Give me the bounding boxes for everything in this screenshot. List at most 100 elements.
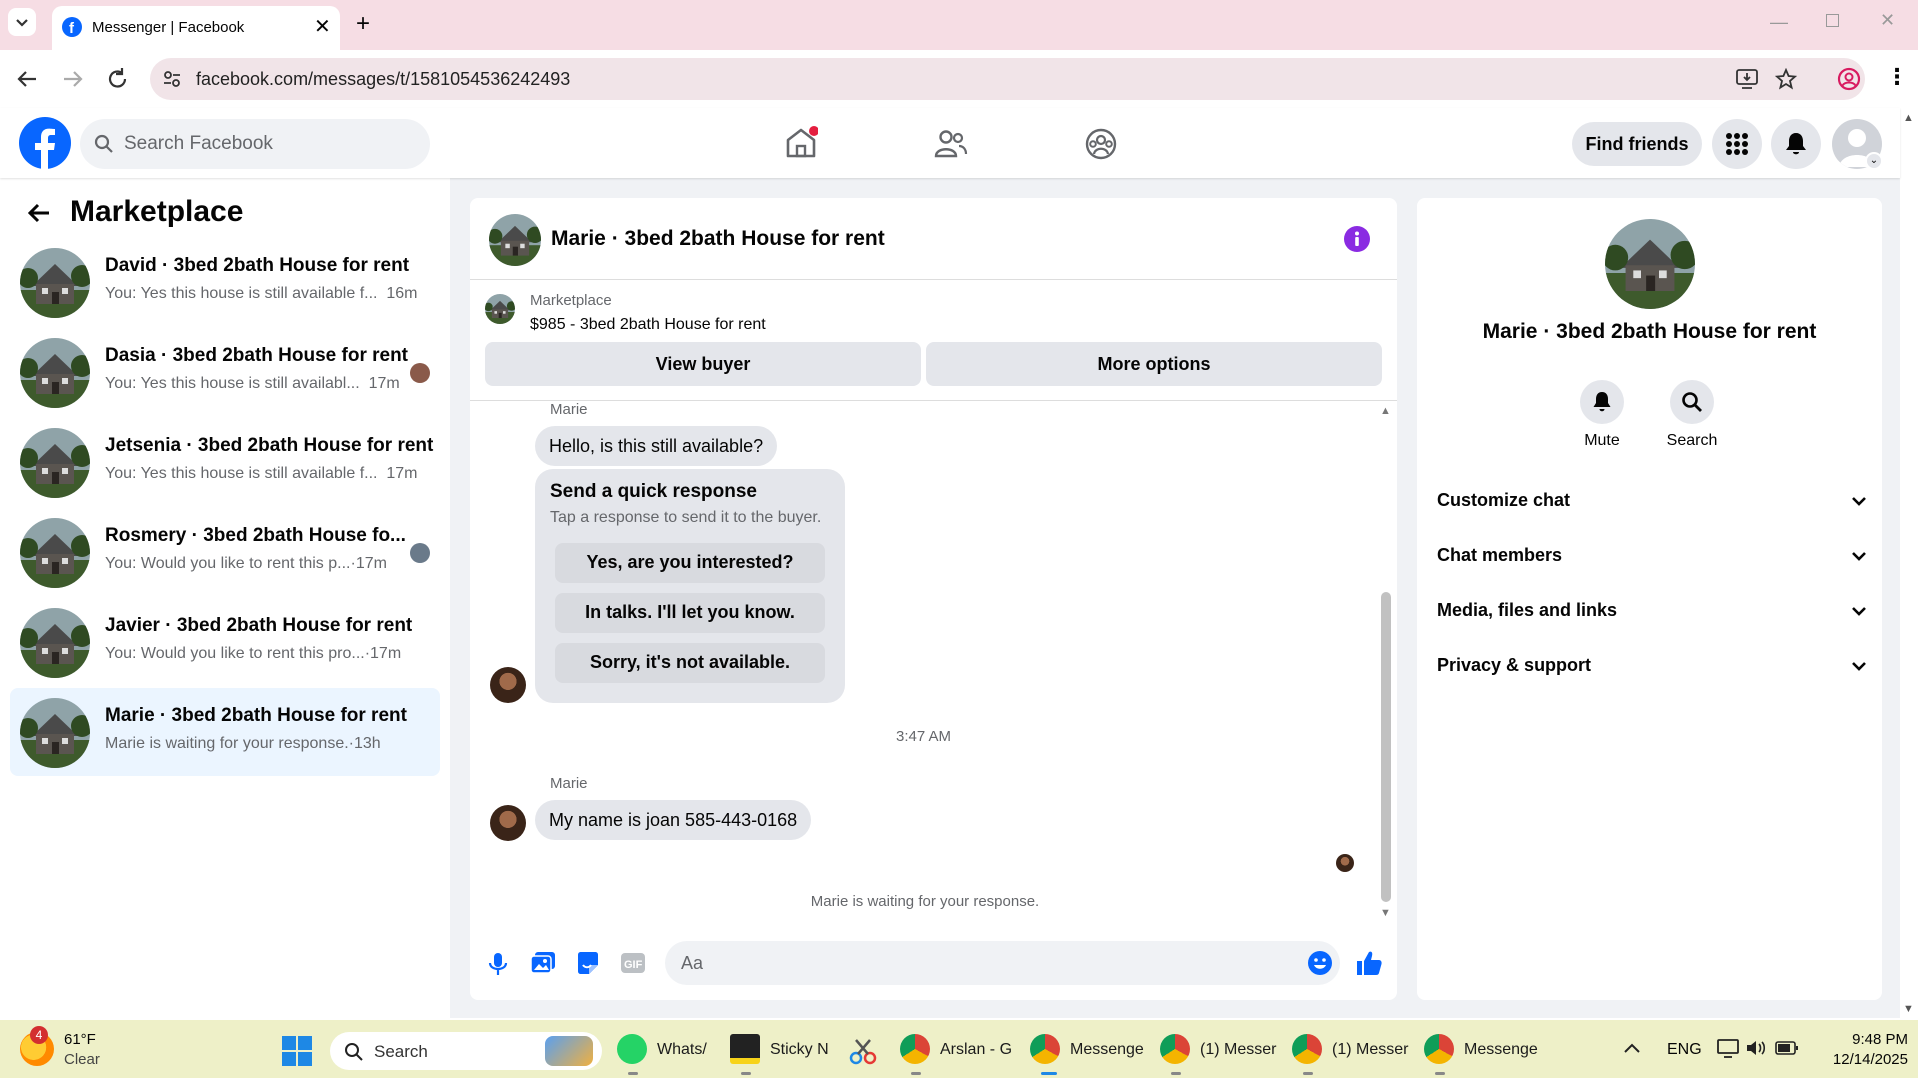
message-bubble[interactable]: My name is joan 585-443-0168 (535, 800, 812, 840)
weather-temp[interactable]: 61°F (64, 1031, 96, 1048)
media-files-links-section[interactable]: Media, files and links (1437, 588, 1867, 634)
profile-icon[interactable] (1836, 66, 1862, 92)
conversation-snippet: You: Would you like to rent this pro...·… (105, 645, 402, 662)
conversation-title: Jetsenia · 3bed 2bath House for rent (105, 435, 434, 456)
conversation-item[interactable]: Jetsenia · 3bed 2bath House for rent You… (10, 418, 440, 506)
details-avatar[interactable] (1605, 219, 1695, 309)
language-indicator[interactable]: ENG (1667, 1041, 1702, 1059)
house-photo-icon (20, 608, 90, 678)
site-info-icon[interactable] (162, 69, 182, 89)
info-icon[interactable] (1344, 226, 1370, 252)
gif-icon[interactable]: GIF (620, 951, 646, 975)
customize-chat-section[interactable]: Customize chat (1437, 478, 1867, 524)
mute-label: Mute (1584, 432, 1620, 449)
snipping-tool-icon[interactable] (848, 1036, 878, 1066)
bookmark-star-icon[interactable] (1775, 68, 1797, 90)
scroll-up-icon[interactable]: ▲ (1380, 405, 1391, 417)
taskbar-search-label: Search (374, 1042, 428, 1061)
tab-search-button[interactable] (8, 8, 36, 36)
install-app-icon[interactable] (1735, 68, 1759, 90)
quick-response-option[interactable]: Sorry, it's not available. (555, 643, 825, 683)
conversation-item[interactable]: Dasia · 3bed 2bath House for rent You: Y… (10, 328, 440, 416)
facebook-logo-icon[interactable] (19, 117, 71, 169)
url-text[interactable]: facebook.com/messages/t/1581054536242493 (196, 69, 570, 90)
restore-icon[interactable] (1826, 14, 1839, 27)
chrome-icon (1160, 1034, 1190, 1064)
facebook-search-input[interactable]: Search Facebook (80, 119, 430, 169)
address-bar[interactable]: facebook.com/messages/t/1581054536242493 (150, 58, 1865, 100)
conversation-item[interactable]: Rosmery · 3bed 2bath House fo... You: Wo… (10, 508, 440, 596)
more-options-button[interactable]: More options (926, 342, 1382, 386)
windows-start-icon[interactable] (282, 1036, 312, 1066)
groups-icon[interactable] (1084, 127, 1118, 161)
conversation-item-selected[interactable]: Marie · 3bed 2bath House for rent Marie … (10, 688, 440, 776)
read-receipt-avatar (410, 543, 430, 563)
page-scroll-down-icon[interactable]: ▼ (1903, 1003, 1914, 1015)
view-buyer-button[interactable]: View buyer (485, 342, 921, 386)
battery-icon[interactable] (1775, 1040, 1799, 1056)
sticker-icon[interactable] (575, 951, 601, 975)
menu-grid-button[interactable] (1712, 119, 1762, 169)
chat-header-avatar[interactable] (489, 214, 541, 266)
thumbs-up-icon[interactable] (1355, 949, 1383, 977)
running-indicator (741, 1072, 751, 1075)
friends-icon[interactable] (934, 128, 968, 160)
house-photo-icon (20, 248, 90, 318)
section-label: Privacy & support (1437, 655, 1592, 675)
quick-response-option[interactable]: In talks. I'll let you know. (555, 593, 825, 633)
listing-price-title[interactable]: $985 - 3bed 2bath House for rent (530, 316, 766, 334)
browser-menu-icon[interactable]: ⋮ (1886, 64, 1908, 90)
message-bubble[interactable]: Hello, is this still available? (535, 426, 778, 466)
chevron-up-icon[interactable] (1623, 1042, 1641, 1054)
app-label: Messenge (1464, 1041, 1538, 1058)
app-label: (1) Messer (1200, 1041, 1277, 1058)
volume-icon[interactable] (1745, 1038, 1767, 1058)
conversation-item[interactable]: Javier · 3bed 2bath House for rent You: … (10, 598, 440, 686)
house-photo-icon (20, 698, 90, 768)
quick-response-card: Send a quick response Tap a response to … (535, 469, 845, 703)
marketplace-title: Marketplace (70, 195, 244, 228)
quick-response-option[interactable]: Yes, are you interested? (555, 543, 825, 583)
sender-avatar[interactable] (490, 667, 526, 703)
taskbar-search[interactable]: Search (330, 1032, 602, 1070)
scroll-down-icon[interactable]: ▼ (1380, 907, 1391, 919)
close-tab-icon[interactable]: ✕ (314, 14, 331, 39)
grid-icon (1726, 133, 1748, 155)
message-input[interactable]: Aa (665, 941, 1340, 985)
chat-members-section[interactable]: Chat members (1437, 533, 1867, 579)
emoji-icon[interactable] (1308, 951, 1332, 975)
close-window-icon[interactable]: ✕ (1880, 10, 1895, 31)
chevron-down-icon (1852, 607, 1866, 616)
weather-condition[interactable]: Clear (64, 1051, 100, 1068)
clock-time[interactable]: 9:48 PM (1808, 1031, 1908, 1048)
clock-date[interactable]: 12/14/2025 (1808, 1051, 1908, 1068)
page-scroll-up-icon[interactable]: ▲ (1903, 112, 1914, 124)
section-label: Customize chat (1437, 490, 1571, 510)
listing-avatar (20, 608, 90, 678)
divider (470, 400, 1397, 401)
reload-icon[interactable] (105, 66, 131, 92)
photo-icon[interactable] (530, 951, 556, 975)
network-icon[interactable] (1717, 1038, 1739, 1058)
back-icon[interactable] (14, 67, 40, 91)
forward-icon[interactable] (60, 67, 86, 91)
browser-tab[interactable]: f Messenger | Facebook ✕ (52, 6, 340, 50)
mute-button[interactable] (1580, 380, 1624, 424)
home-icon[interactable] (784, 126, 818, 160)
sender-avatar[interactable] (490, 805, 526, 841)
listing-thumbnail[interactable] (485, 294, 515, 324)
chat-scrollbar[interactable] (1381, 592, 1391, 902)
find-friends-button[interactable]: Find friends (1572, 122, 1702, 166)
chat-title[interactable]: Marie · 3bed 2bath House for rent (551, 227, 885, 251)
back-arrow-icon[interactable] (26, 200, 52, 226)
conversation-title: Javier · 3bed 2bath House for rent (105, 615, 413, 636)
minimize-icon[interactable]: — (1770, 12, 1788, 33)
listing-label: Marketplace (530, 292, 612, 309)
account-chevron-icon[interactable]: ⌄ (1865, 152, 1883, 170)
microphone-icon[interactable] (486, 951, 510, 977)
notifications-button[interactable] (1771, 119, 1821, 169)
new-tab-icon[interactable]: + (356, 10, 370, 38)
conversation-item[interactable]: David · 3bed 2bath House for rent You: Y… (10, 238, 440, 326)
privacy-support-section[interactable]: Privacy & support (1437, 643, 1867, 689)
search-chat-button[interactable] (1670, 380, 1714, 424)
